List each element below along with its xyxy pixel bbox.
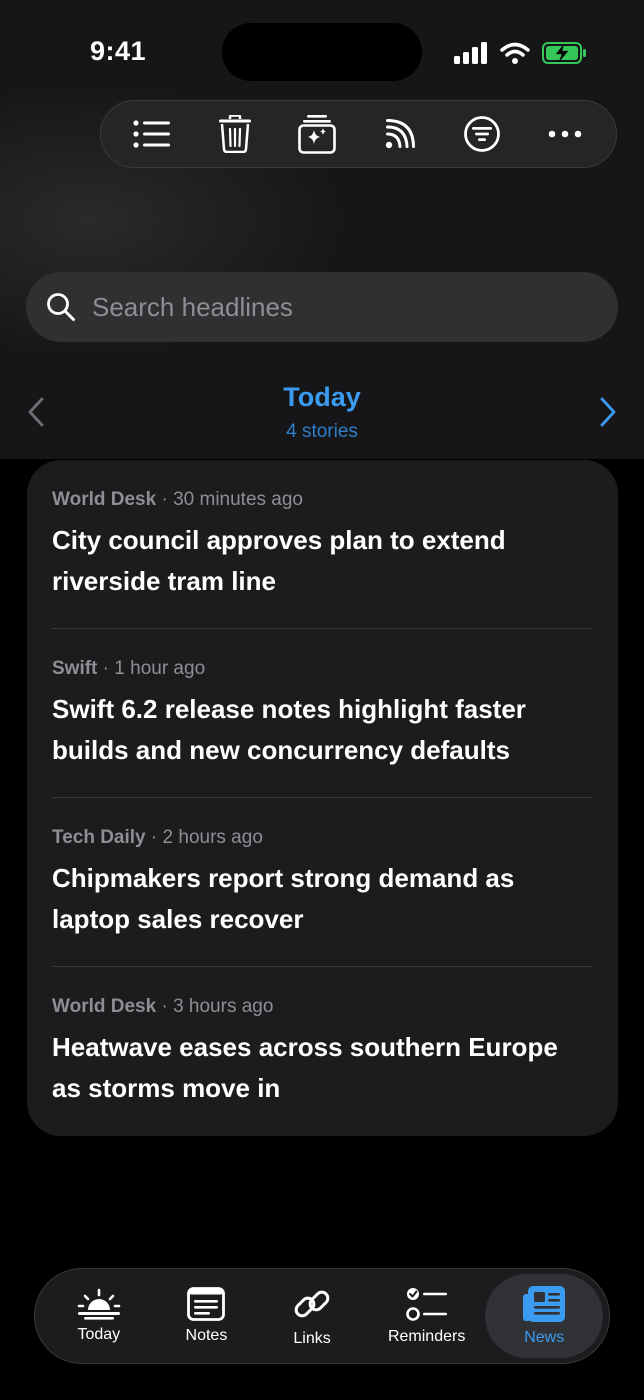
story-meta: Swift · 1 hour ago	[52, 658, 206, 679]
story-time: 2 hours ago	[162, 827, 263, 848]
story-headline: City council approves plan to extend riv…	[52, 525, 506, 596]
next-day-button[interactable]	[592, 392, 624, 432]
feeds-button[interactable]	[370, 104, 430, 164]
highlights-button[interactable]	[287, 104, 347, 164]
story-time: 1 hour ago	[114, 658, 206, 679]
status-icons	[454, 38, 588, 68]
note-icon	[187, 1287, 226, 1321]
story-source: Tech Daily	[52, 827, 146, 848]
story-time: 3 hours ago	[173, 996, 274, 1017]
list-icon	[133, 120, 171, 148]
checklist-icon	[405, 1288, 447, 1321]
date-title: Today	[283, 382, 361, 412]
tab-label: Today	[77, 1326, 121, 1343]
delete-button[interactable]	[205, 104, 265, 164]
sparkle-card-icon	[298, 115, 337, 154]
story-source: World Desk	[52, 996, 157, 1017]
story-meta: World Desk · 30 minutes ago	[52, 489, 303, 510]
newspaper-icon	[523, 1286, 566, 1322]
story-count: 4 stories	[286, 421, 358, 442]
tab-label: Links	[293, 1330, 331, 1347]
battery-charging-icon	[542, 42, 586, 64]
tab-today[interactable]: Today	[41, 1274, 157, 1358]
rss-icon	[385, 119, 415, 149]
story-meta: Tech Daily · 2 hours ago	[52, 827, 263, 848]
tab-links[interactable]: Links	[256, 1274, 368, 1358]
story-source: Swift	[52, 658, 98, 679]
tab-notes[interactable]: Notes	[157, 1274, 257, 1358]
tab-label: Reminders	[387, 1328, 466, 1345]
story-meta: World Desk · 3 hours ago	[52, 996, 274, 1017]
cellular-signal-icon	[454, 42, 487, 64]
search-icon	[47, 293, 75, 321]
story-time: 30 minutes ago	[173, 489, 303, 510]
chevron-right-icon	[600, 397, 616, 427]
search-input[interactable]	[90, 290, 618, 324]
sunrise-icon	[77, 1288, 121, 1320]
stories-list: World Desk · 30 minutes ago City council…	[27, 460, 618, 1136]
wifi-icon	[500, 42, 530, 64]
more-button[interactable]	[535, 104, 595, 164]
story-item[interactable]: World Desk · 3 hours ago Heatwave eases …	[52, 967, 593, 1136]
status-time: 9:41	[90, 36, 147, 66]
toolbar	[100, 100, 617, 168]
more-icon	[548, 130, 582, 138]
tab-label: Notes	[185, 1327, 228, 1344]
search-bar	[26, 272, 618, 342]
story-item[interactable]: Swift · 1 hour ago Swift 6.2 release not…	[52, 629, 593, 798]
story-headline: Heatwave eases across southern Europe as…	[52, 1032, 558, 1103]
filter-button[interactable]	[452, 104, 512, 164]
link-icon	[294, 1290, 330, 1318]
dynamic-island	[222, 23, 422, 81]
tab-label: News	[524, 1329, 565, 1346]
tab-bar: Today Notes Links Reminders News	[34, 1268, 610, 1364]
tab-reminders[interactable]: Reminders	[368, 1274, 486, 1358]
trash-icon	[218, 115, 251, 153]
story-headline: Chipmakers report strong demand as lapto…	[52, 863, 515, 934]
story-item[interactable]: Tech Daily · 2 hours ago Chipmakers repo…	[52, 798, 593, 967]
story-headline: Swift 6.2 release notes highlight faster…	[52, 694, 526, 765]
story-item[interactable]: World Desk · 30 minutes ago City council…	[52, 460, 593, 629]
filter-icon	[464, 116, 501, 152]
list-button[interactable]	[122, 104, 182, 164]
story-source: World Desk	[52, 489, 157, 510]
tab-news[interactable]: News	[485, 1274, 603, 1358]
